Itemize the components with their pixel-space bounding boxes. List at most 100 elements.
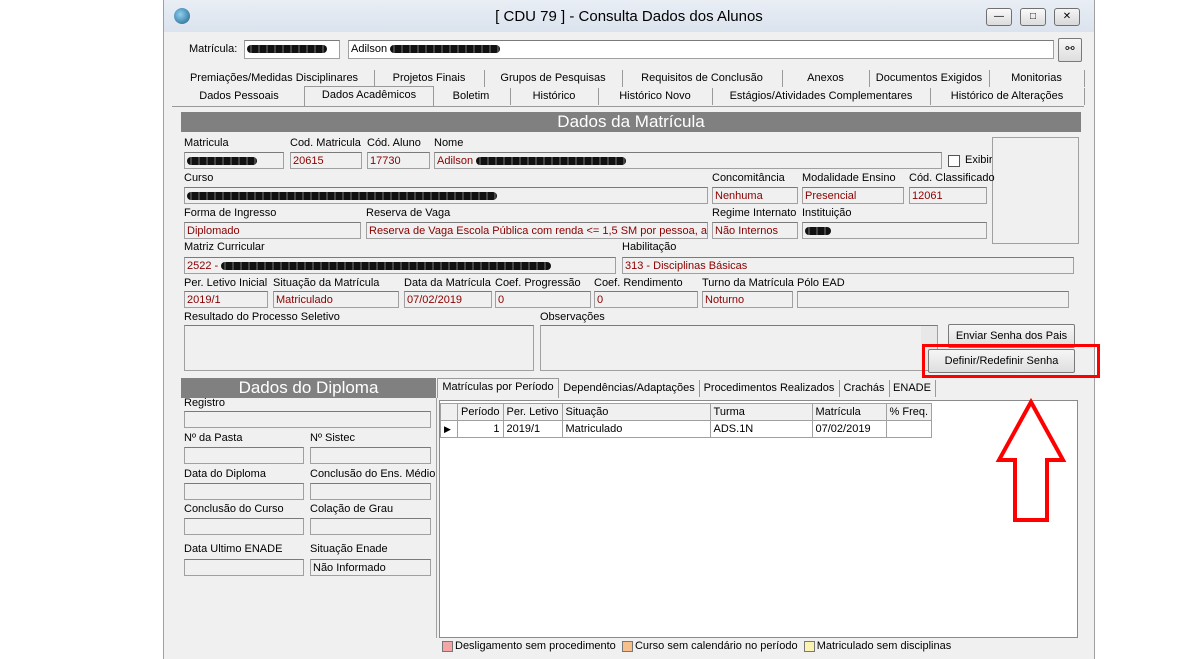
- matricula-section-title: Dados da Matrícula: [181, 112, 1081, 132]
- situacao-label: Situação da Matrícula: [273, 277, 380, 289]
- matricula-field: [184, 152, 284, 169]
- tab-boletim[interactable]: Boletim: [432, 88, 511, 105]
- tab-requisitos-conclusao[interactable]: Requisitos de Conclusão: [622, 70, 783, 87]
- lower-tabs: Matrículas por Período Dependências/Adap…: [437, 378, 1077, 398]
- tab-enade[interactable]: ENADE: [889, 380, 936, 397]
- tab-anexos[interactable]: Anexos: [782, 70, 870, 87]
- cell-situacao: Matriculado: [562, 420, 711, 438]
- legend-swatch-curso: [621, 640, 633, 652]
- polo-ead-label: Pólo EAD: [797, 277, 845, 289]
- observacoes-field[interactable]: [540, 325, 938, 371]
- tab-procedimentos[interactable]: Procedimentos Realizados: [699, 380, 840, 397]
- resultado-label: Resultado do Processo Seletivo: [184, 311, 340, 323]
- forma-ingresso-label: Forma de Ingresso: [184, 207, 277, 219]
- cell-matricula: 07/02/2019: [812, 420, 887, 438]
- cod-aluno-label: Cód. Aluno: [367, 137, 421, 149]
- cod-classificado-label: Cód. Classificado: [909, 172, 995, 184]
- col-per-letivo[interactable]: Per. Letivo: [503, 403, 563, 421]
- curso-field: [184, 187, 708, 204]
- matriz-value: 2522 -: [187, 260, 219, 272]
- col-situacao[interactable]: Situação: [562, 403, 711, 421]
- tab-premiacoes[interactable]: Premiações/Medidas Disciplinares: [174, 70, 375, 87]
- situacao-field: Matriculado: [273, 291, 399, 308]
- tab-documentos-exigidos[interactable]: Documentos Exigidos: [869, 70, 990, 87]
- regime-internato-label: Regime Internato: [712, 207, 797, 219]
- coef-rendimento-field: 0: [594, 291, 698, 308]
- maximize-button[interactable]: □: [1020, 8, 1046, 26]
- habilitacao-label: Habilitação: [622, 241, 677, 253]
- tab-dados-pessoais[interactable]: Dados Pessoais: [174, 88, 305, 105]
- per-letivo-inicial-label: Per. Letivo Inicial: [184, 277, 268, 289]
- modalidade-field: Presencial: [802, 187, 904, 204]
- legend-item: Matriculado sem disciplinas: [803, 640, 951, 652]
- tab-grupos-pesquisas[interactable]: Grupos de Pesquisas: [484, 70, 623, 87]
- legend-swatch-desligamento: [442, 640, 453, 652]
- title-bar: [ CDU 79 ] - Consulta Dados dos Alunos —…: [164, 0, 1094, 32]
- col-matricula[interactable]: Matrícula: [812, 403, 887, 421]
- close-button[interactable]: ✕: [1054, 8, 1080, 26]
- habilitacao-field: 313 - Disciplinas Básicas: [622, 257, 1074, 274]
- legend: Desligamento sem procedimento Curso sem …: [442, 640, 951, 652]
- tab-dependencias[interactable]: Dependências/Adaptações: [559, 380, 700, 397]
- tab-estagios[interactable]: Estágios/Atividades Complementares: [712, 88, 931, 105]
- cod-classificado-field: 12061: [909, 187, 987, 204]
- diploma-panel: [181, 398, 437, 638]
- student-photo: [992, 137, 1079, 244]
- matricula-label-2: Matricula: [184, 137, 229, 149]
- binoculars-icon: ⚯: [1065, 43, 1075, 55]
- data-matricula-field: 07/02/2019: [404, 291, 492, 308]
- tab-historico-novo[interactable]: Histórico Novo: [598, 88, 713, 105]
- student-name-input[interactable]: Adilson: [348, 40, 1054, 59]
- matriz-label: Matriz Curricular: [184, 241, 265, 253]
- tabs-row-1: Premiações/Medidas Disciplinares Projeto…: [174, 70, 1085, 87]
- tab-crachas[interactable]: Crachás: [839, 380, 890, 397]
- table-row[interactable]: ▶ 1 2019/1 Matriculado ADS.1N 07/02/2019: [440, 420, 933, 438]
- curso-label: Curso: [184, 172, 214, 184]
- tab-projetos-finais[interactable]: Projetos Finais: [374, 70, 485, 87]
- instituicao-label: Instituição: [802, 207, 852, 219]
- window-title: [ CDU 79 ] - Consulta Dados dos Alunos: [495, 8, 763, 25]
- instituicao-field: [802, 222, 987, 239]
- col-turma[interactable]: Turma: [710, 403, 813, 421]
- cell-periodo: 1: [457, 420, 504, 438]
- row-pointer-icon: ▶: [440, 420, 458, 438]
- legend-item: Curso sem calendário no período: [621, 640, 798, 652]
- exibir-checkbox[interactable]: [948, 155, 960, 167]
- col-periodo[interactable]: Período: [457, 403, 504, 421]
- concomitancia-label: Concomitância: [712, 172, 785, 184]
- col-freq[interactable]: % Freq.: [886, 403, 933, 421]
- search-button[interactable]: ⚯: [1058, 38, 1082, 62]
- per-letivo-inicial-field: 2019/1: [184, 291, 268, 308]
- matricula-label: Matrícula:: [189, 43, 238, 55]
- up-arrow-annotation: [995, 398, 1067, 522]
- matriz-field: 2522 -: [184, 257, 616, 274]
- nome-value: Adilson: [437, 155, 474, 167]
- matricula-input[interactable]: [244, 40, 340, 59]
- cod-matricula-field: 20615: [290, 152, 362, 169]
- tab-divider: [172, 106, 1084, 107]
- coef-progressao-field: 0: [495, 291, 591, 308]
- periods-grid[interactable]: Período Per. Letivo Situação Turma Matrí…: [439, 400, 1078, 638]
- tab-matriculas-periodo[interactable]: Matrículas por Período: [437, 378, 559, 398]
- nome-label: Nome: [434, 137, 464, 149]
- cod-aluno-field: 17730: [367, 152, 430, 169]
- observacoes-label: Observações: [540, 311, 605, 323]
- tab-historico-alteracoes[interactable]: Histórico de Alterações: [930, 88, 1085, 105]
- coef-progressao-label: Coef. Progressão: [495, 277, 581, 289]
- tab-monitorias[interactable]: Monitorias: [989, 70, 1085, 87]
- main-window: [ CDU 79 ] - Consulta Dados dos Alunos —…: [163, 0, 1095, 659]
- tab-historico[interactable]: Histórico: [510, 88, 599, 105]
- nome-field: Adilson: [434, 152, 942, 169]
- data-matricula-label: Data da Matrícula: [404, 277, 491, 289]
- tab-dados-academicos[interactable]: Dados Acadêmicos: [304, 86, 434, 106]
- coef-rendimento-label: Coef. Rendimento: [594, 277, 683, 289]
- row-indicator-header: [440, 403, 458, 421]
- exibir-label: Exibir: [965, 154, 993, 166]
- cell-per-letivo: 2019/1: [503, 420, 563, 438]
- legend-swatch-matriculado: [803, 640, 815, 652]
- polo-ead-field: [797, 291, 1069, 308]
- cell-freq: [886, 420, 933, 438]
- diploma-section-title: Dados do Diploma: [181, 378, 436, 398]
- minimize-button[interactable]: —: [986, 8, 1012, 26]
- highlight-box: [922, 344, 1100, 378]
